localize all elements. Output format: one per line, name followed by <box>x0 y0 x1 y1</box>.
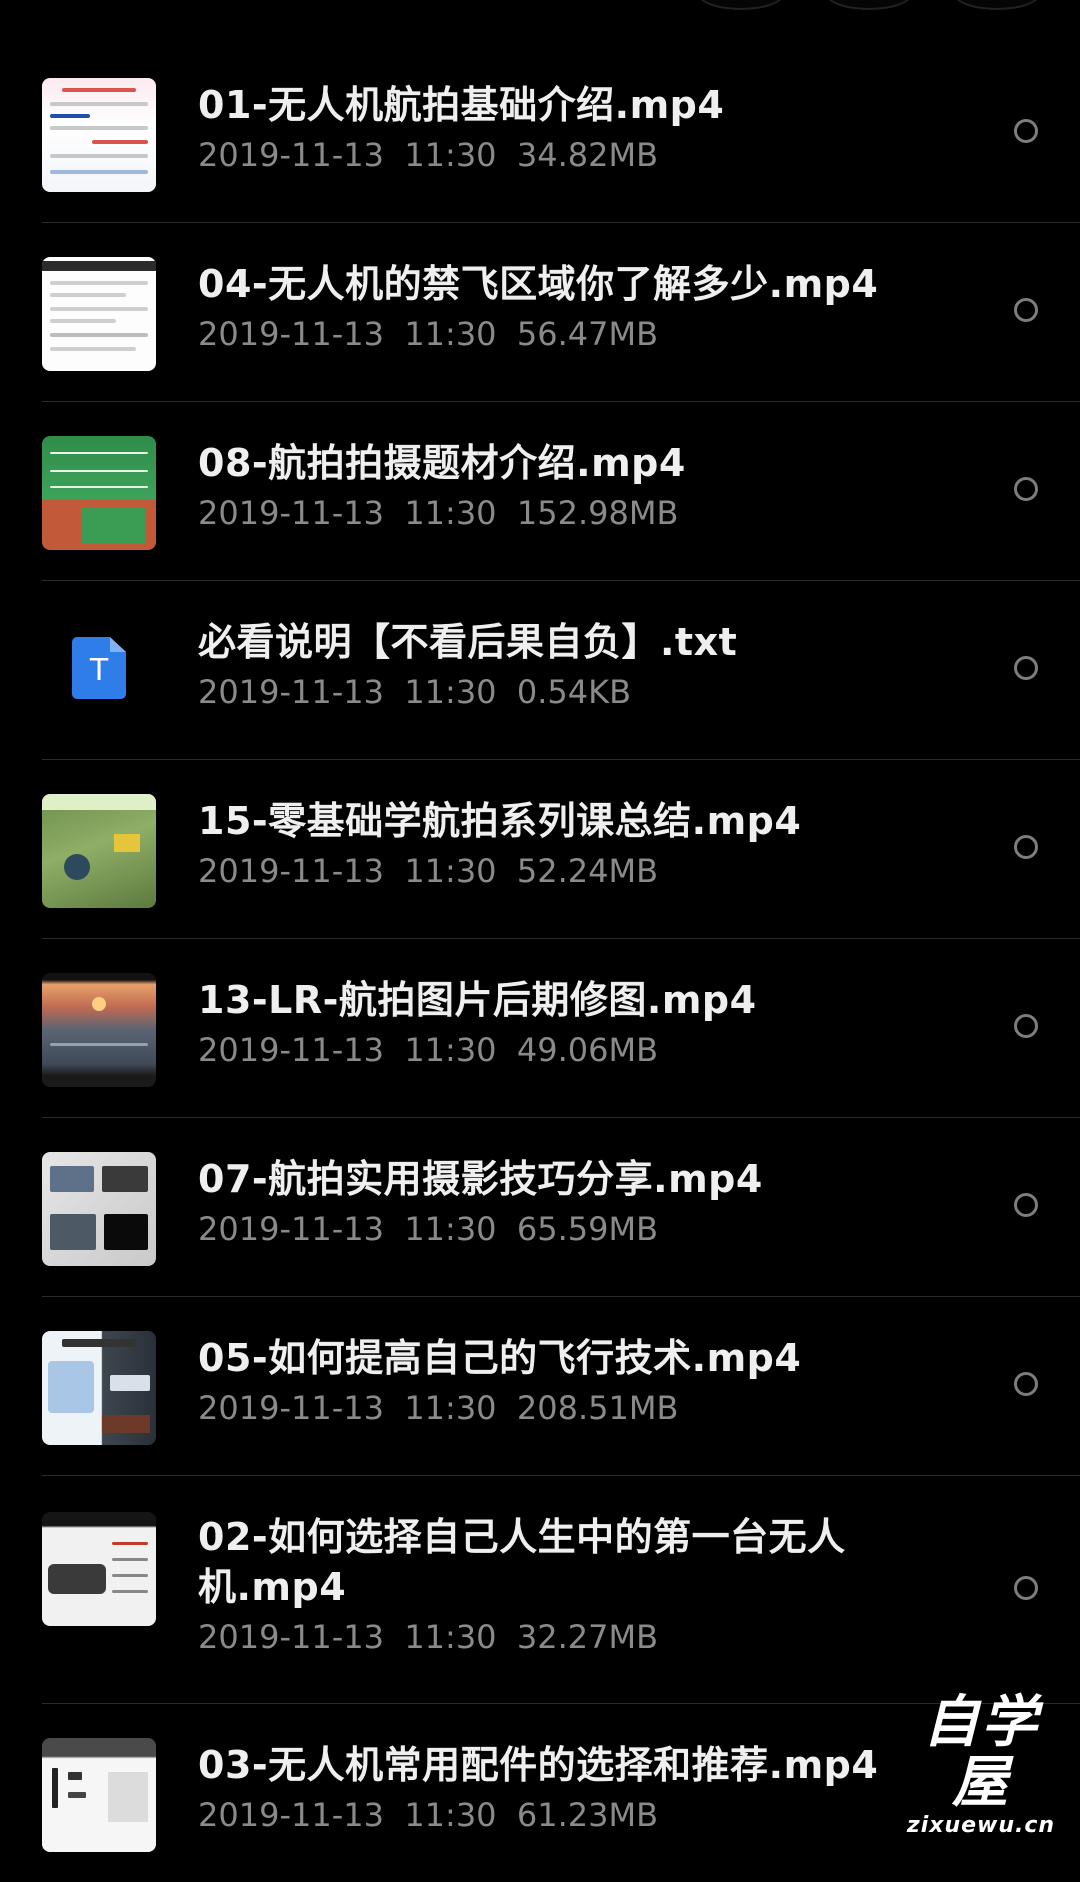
file-name: 03-无人机常用配件的选择和推荐.mp4 <box>198 1743 879 1787</box>
file-name: 07-航拍实用摄影技巧分享.mp4 <box>198 1157 763 1201</box>
file-row[interactable]: 07-航拍实用摄影技巧分享.mp4 2019-11-13 11:30 65.59… <box>42 1118 1080 1297</box>
file-name: 04-无人机的禁飞区域你了解多少.mp4 <box>198 262 879 306</box>
file-row[interactable]: 01-无人机航拍基础介绍.mp4 2019-11-13 11:30 34.82M… <box>42 44 1080 223</box>
file-row[interactable]: 15-零基础学航拍系列课总结.mp4 2019-11-13 11:30 52.2… <box>42 760 1080 939</box>
file-meta: 2019-11-13 11:30 34.82MB <box>198 136 659 174</box>
video-thumbnail <box>42 436 156 550</box>
top-action-button-middle[interactable] <box>826 0 912 10</box>
file-row[interactable]: T 必看说明【不看后果自负】.txt 2019-11-13 11:30 0.54… <box>42 581 1080 760</box>
file-row[interactable]: 08-航拍拍摄题材介绍.mp4 2019-11-13 11:30 152.98M… <box>42 402 1080 581</box>
top-action-button-right[interactable] <box>954 0 1040 10</box>
video-thumbnail <box>42 1738 156 1852</box>
txt-file-icon: T <box>42 615 156 729</box>
file-name: 15-零基础学航拍系列课总结.mp4 <box>198 799 802 843</box>
file-name: 必看说明【不看后果自负】.txt <box>198 620 738 664</box>
file-row[interactable]: 02-如何选择自己人生中的第一台无人机.mp4 2019-11-13 11:30… <box>42 1476 1080 1704</box>
select-radio[interactable] <box>1014 656 1038 680</box>
watermark-url: zixuewu.cn <box>906 1813 1056 1838</box>
file-meta: 2019-11-13 11:30 65.59MB <box>198 1210 659 1248</box>
file-list: 01-无人机航拍基础介绍.mp4 2019-11-13 11:30 34.82M… <box>0 44 1080 1882</box>
file-row[interactable]: 04-无人机的禁飞区域你了解多少.mp4 2019-11-13 11:30 56… <box>42 223 1080 402</box>
file-name: 08-航拍拍摄题材介绍.mp4 <box>198 441 686 485</box>
video-thumbnail <box>42 1152 156 1266</box>
watermark-text: 自学屋 <box>923 1690 1039 1815</box>
file-name: 01-无人机航拍基础介绍.mp4 <box>198 83 725 127</box>
select-radio[interactable] <box>1014 477 1038 501</box>
select-radio[interactable] <box>1014 119 1038 143</box>
select-radio[interactable] <box>1014 1372 1038 1396</box>
file-meta: 2019-11-13 11:30 49.06MB <box>198 1031 659 1069</box>
txt-icon-letter: T <box>89 653 109 688</box>
file-name: 05-如何提高自己的飞行技术.mp4 <box>198 1336 802 1380</box>
video-thumbnail <box>42 973 156 1087</box>
select-radio[interactable] <box>1014 1193 1038 1217</box>
file-meta: 2019-11-13 11:30 52.24MB <box>198 852 659 890</box>
video-thumbnail <box>42 78 156 192</box>
file-meta: 2019-11-13 11:30 152.98MB <box>198 494 679 532</box>
file-meta: 2019-11-13 11:30 208.51MB <box>198 1389 679 1427</box>
file-name: 02-如何选择自己人生中的第一台无人机.mp4 <box>198 1515 846 1609</box>
video-thumbnail <box>42 1512 156 1626</box>
select-radio[interactable] <box>1014 298 1038 322</box>
file-row[interactable]: 13-LR-航拍图片后期修图.mp4 2019-11-13 11:30 49.0… <box>42 939 1080 1118</box>
file-meta: 2019-11-13 11:30 0.54KB <box>198 673 632 711</box>
select-radio[interactable] <box>1014 1576 1038 1600</box>
select-radio[interactable] <box>1014 835 1038 859</box>
video-thumbnail <box>42 1331 156 1445</box>
video-thumbnail <box>42 794 156 908</box>
file-name: 13-LR-航拍图片后期修图.mp4 <box>198 978 757 1022</box>
file-meta: 2019-11-13 11:30 32.27MB <box>198 1618 659 1656</box>
watermark-logo: 自学屋 zixuewu.cn <box>896 1693 1066 1839</box>
select-radio[interactable] <box>1014 1014 1038 1038</box>
top-action-button-left[interactable] <box>698 0 784 10</box>
file-meta: 2019-11-13 11:30 61.23MB <box>198 1796 659 1834</box>
file-row[interactable]: 05-如何提高自己的飞行技术.mp4 2019-11-13 11:30 208.… <box>42 1297 1080 1476</box>
video-thumbnail <box>42 257 156 371</box>
file-meta: 2019-11-13 11:30 56.47MB <box>198 315 659 353</box>
